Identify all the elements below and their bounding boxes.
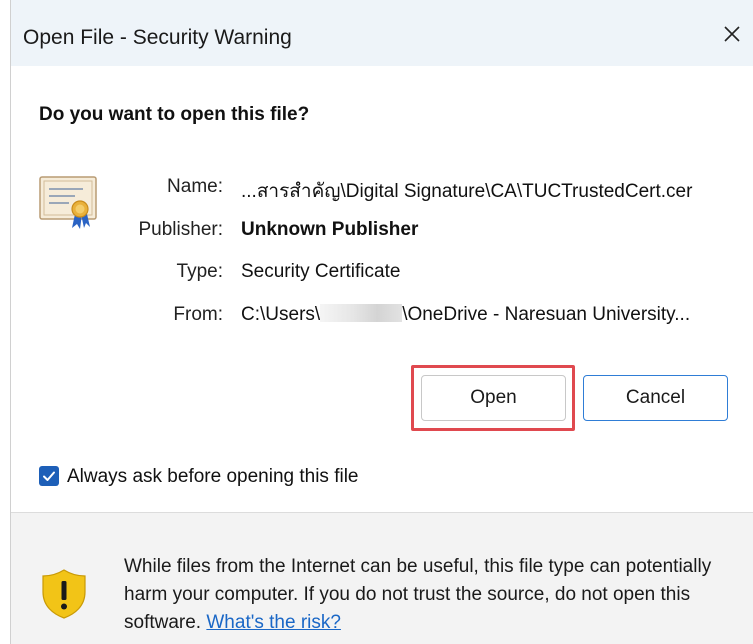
open-button[interactable]: Open <box>421 375 566 421</box>
redacted-username <box>320 304 403 322</box>
dialog-question: Do you want to open this file? <box>39 104 310 125</box>
certificate-icon <box>39 176 97 235</box>
close-button[interactable] <box>710 14 753 54</box>
check-icon <box>43 471 55 481</box>
name-label: Name: <box>167 176 223 197</box>
whats-the-risk-link[interactable]: What's the risk? <box>206 612 341 633</box>
publisher-label: Publisher: <box>138 219 224 240</box>
cancel-button[interactable]: Cancel <box>583 375 728 421</box>
type-value: Security Certificate <box>241 261 401 282</box>
from-value-prefix: C:\Users\ <box>241 304 321 325</box>
type-label: Type: <box>176 261 223 282</box>
warning-shield-icon <box>41 568 87 625</box>
publisher-value: Unknown Publisher <box>241 219 419 240</box>
warning-text: While files from the Internet can be use… <box>124 553 734 637</box>
warning-footer: While files from the Internet can be use… <box>11 512 753 644</box>
security-warning-dialog: Open File - Security Warning Do you want… <box>10 0 753 644</box>
close-icon <box>724 26 740 42</box>
from-value-suffix: \OneDrive - Naresuan University... <box>402 304 691 325</box>
title-bar: Open File - Security Warning <box>11 0 753 66</box>
from-label: From: <box>173 304 223 325</box>
window-title: Open File - Security Warning <box>23 26 292 49</box>
from-value: C:\Users\ \OneDrive - Naresuan University… <box>241 304 690 326</box>
always-ask-label[interactable]: Always ask before opening this file <box>67 466 359 488</box>
always-ask-checkbox[interactable] <box>39 466 59 486</box>
name-value: ...สารสำคัญ\Digital Signature\CA\TUCTrus… <box>241 181 693 202</box>
